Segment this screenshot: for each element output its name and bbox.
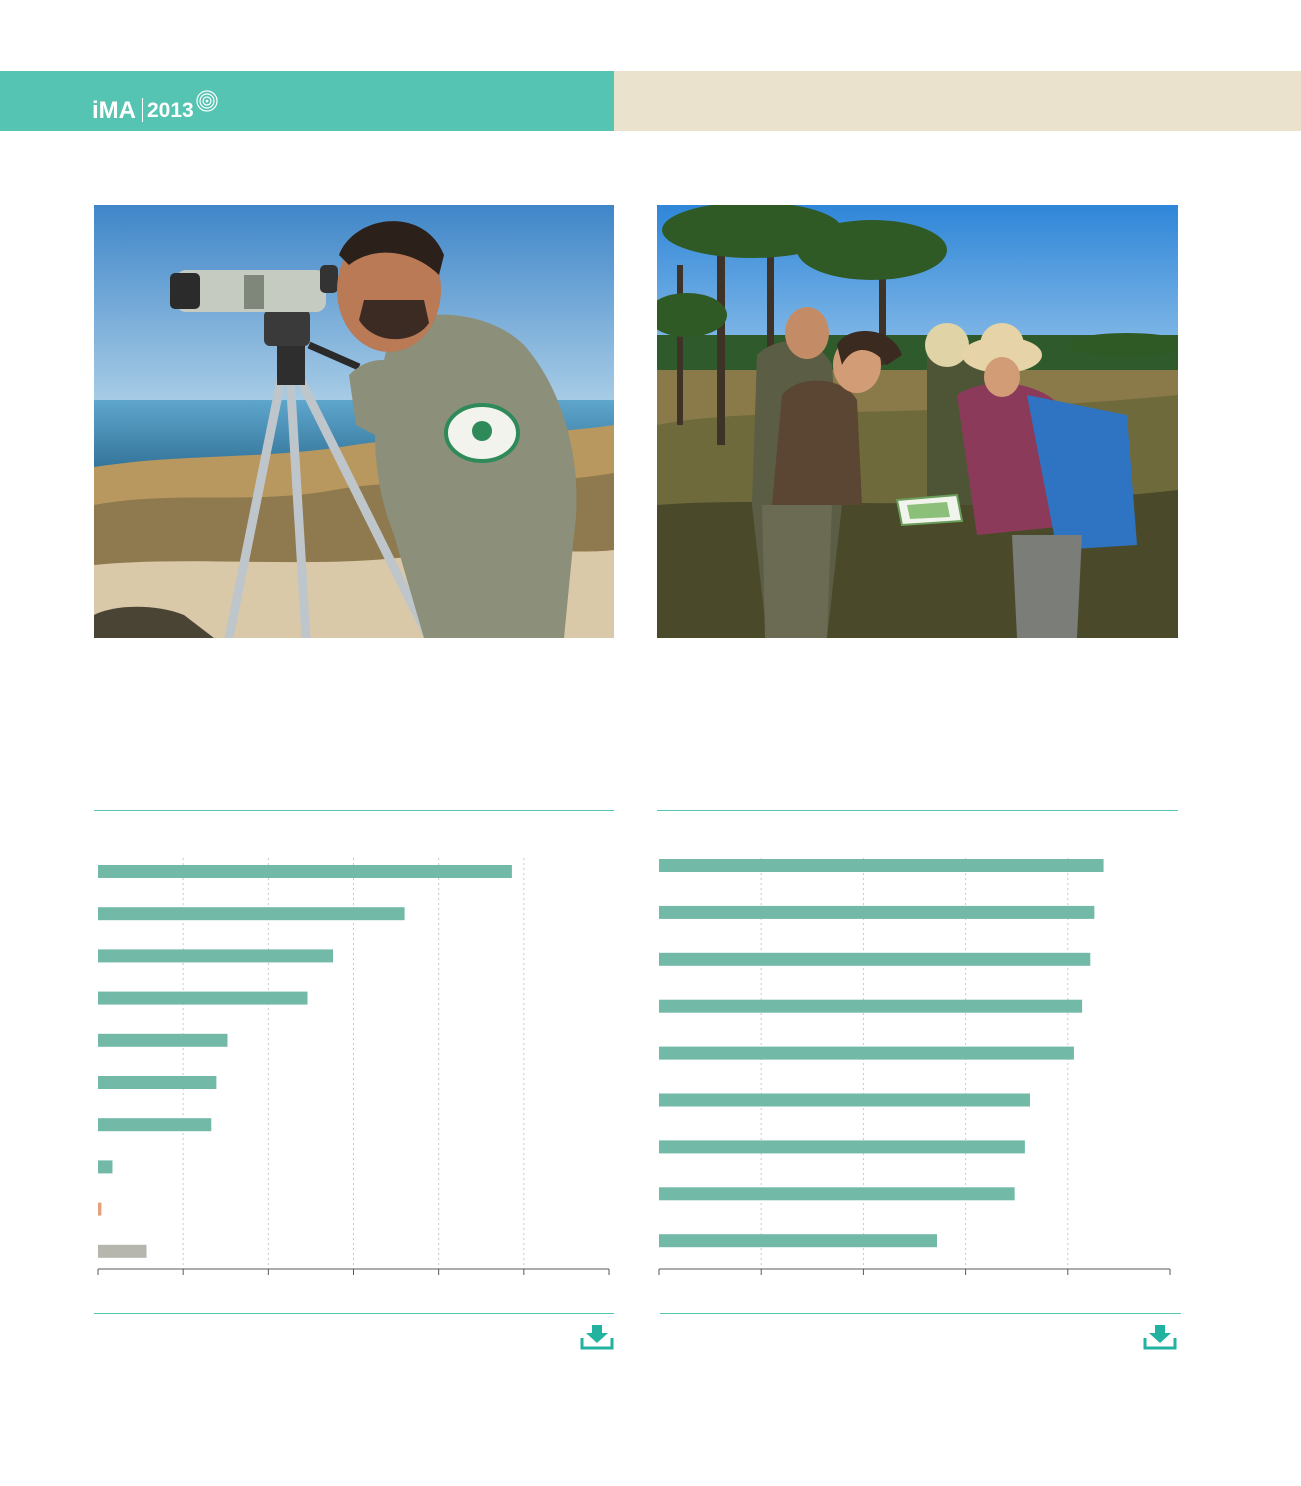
bar: [659, 1140, 1025, 1154]
bar: [98, 865, 512, 878]
bar: [659, 952, 1091, 966]
bar: [659, 1187, 1015, 1201]
bar: [98, 949, 334, 963]
bar: [98, 1118, 212, 1132]
logo-brand: iMA: [92, 97, 136, 124]
photo-ranger-spotting-scope: [94, 205, 614, 638]
bar: [659, 1093, 1030, 1107]
bar: [98, 1076, 217, 1089]
chart2-svg: [658, 858, 1171, 1275]
logo-separator: [142, 98, 143, 122]
download-icon[interactable]: [1143, 1324, 1177, 1350]
bar: [659, 1234, 937, 1248]
bar: [659, 1046, 1074, 1060]
bar: [98, 1202, 102, 1216]
bar: [659, 905, 1095, 919]
chart1-bottom-rule: [94, 1313, 614, 1314]
bar: [659, 999, 1083, 1013]
chart1-svg: [97, 858, 610, 1275]
chart2-top-rule: [657, 810, 1178, 811]
bar: [98, 1160, 113, 1174]
chart2-bottom-rule: [660, 1313, 1181, 1314]
bar: [98, 991, 308, 1005]
download-icon[interactable]: [580, 1324, 614, 1350]
chart1: [94, 848, 614, 1278]
ranger-illustration: [94, 205, 614, 638]
concentric-rings-icon: [196, 90, 218, 112]
logo-year: 2013: [147, 99, 194, 122]
bar: [98, 1244, 147, 1258]
chart2: [657, 848, 1178, 1278]
header-band-right: [614, 71, 1301, 131]
bar: [98, 907, 405, 921]
bar: [98, 1033, 228, 1047]
chart1-top-rule: [94, 810, 614, 811]
ima-logo: iMA 2013: [92, 90, 218, 124]
bar: [659, 859, 1104, 872]
photo-field-team-map: [657, 205, 1178, 638]
field-team-illustration: [657, 205, 1178, 638]
